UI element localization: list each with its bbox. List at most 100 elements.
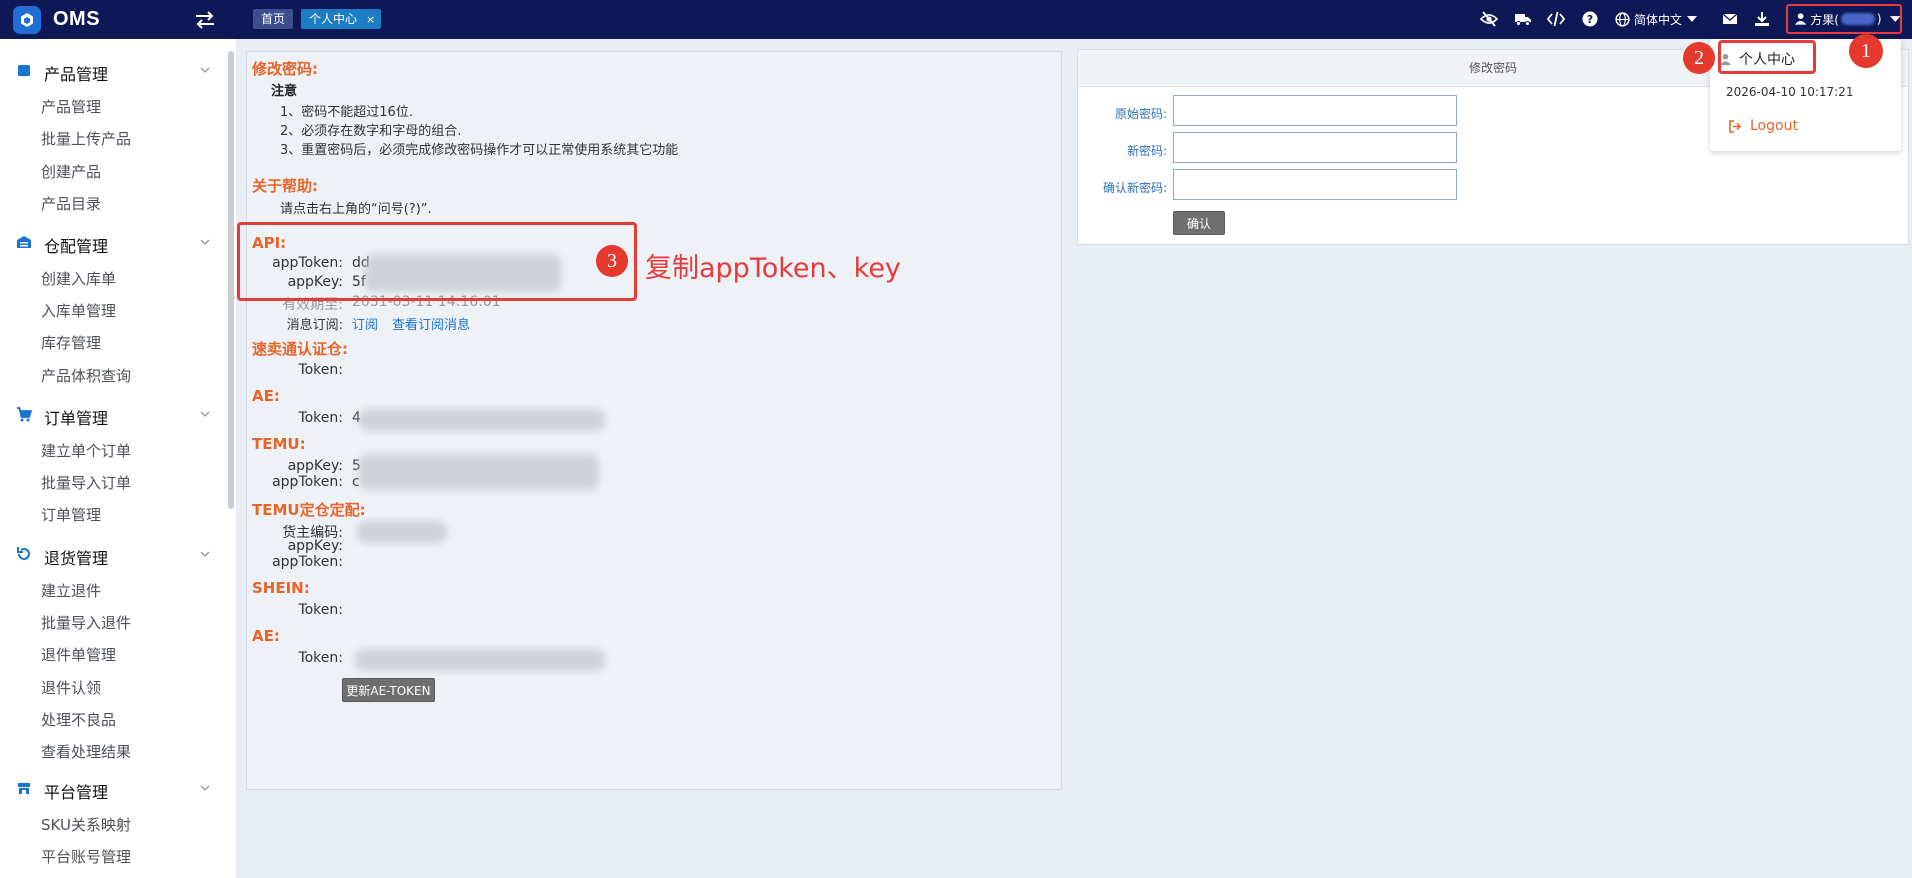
return-icon (17, 547, 30, 560)
step-1-badge: 1 (1849, 34, 1883, 68)
password-section-title: 修改密码: (252, 60, 318, 78)
old-password-label: 原始密码: (1114, 107, 1167, 121)
chevron-down-icon (200, 411, 210, 417)
box-icon (18, 65, 30, 76)
sidebar-item[interactable]: 创建入库单 (41, 268, 116, 289)
note-title: 注意 (271, 84, 298, 99)
old-password-input[interactable] (1173, 95, 1457, 126)
api-highlight-box (237, 222, 637, 301)
confirm-password-input[interactable] (1173, 169, 1457, 200)
ae-section-title: AE: (252, 387, 280, 405)
sidebar-item[interactable]: 查看处理结果 (41, 741, 131, 762)
sidebar-scrollbar[interactable] (228, 51, 234, 509)
ae-token-label: Token: (298, 410, 343, 426)
sidebar-item[interactable]: 处理不良品 (41, 709, 116, 730)
tab-personal-center-label: 个人中心 (309, 12, 358, 26)
sidebar-category-order[interactable]: 订单管理 (0, 399, 228, 429)
api-subscribe-label: 消息订阅: (286, 318, 343, 333)
sidebar-category-label: 平台管理 (44, 783, 109, 802)
sidebar-item[interactable]: 退件单管理 (41, 644, 116, 665)
sidebar-item[interactable]: 建立单个订单 (41, 440, 131, 461)
sidebar-category-return[interactable]: 退货管理 (0, 539, 228, 569)
subscribe-link[interactable]: 订阅 (352, 314, 378, 333)
sidebar-category-label: 仓配管理 (44, 237, 109, 256)
sidebar-category-platform[interactable]: 平台管理 (0, 773, 228, 803)
copy-instruction-text: 复制appToken、key (645, 253, 901, 284)
eye-off-icon[interactable] (1480, 10, 1498, 28)
confirm-password-label: 确认新密码: (1102, 181, 1167, 195)
language-select[interactable]: 简体中文 (1615, 9, 1698, 29)
language-label: 简体中文 (1634, 12, 1683, 27)
warehouse-icon (17, 236, 31, 248)
tab-home-label: 首页 (261, 12, 286, 26)
chevron-down-icon (200, 239, 210, 245)
user-menu-button[interactable]: 方果() (1786, 4, 1902, 34)
truck-icon[interactable] (1514, 10, 1532, 28)
tab-home[interactable]: 首页 (253, 9, 294, 29)
caret-down-icon (1687, 16, 1698, 22)
sidebar-category-warehouse[interactable]: 仓配管理 (0, 227, 228, 257)
login-timestamp: 2026-04-10 10:17:21 (1726, 85, 1854, 99)
brand-logo-icon (13, 5, 41, 34)
shein-token-label: Token: (298, 602, 343, 618)
cart-icon (17, 407, 32, 422)
temu-owner-code-redacted (357, 521, 447, 543)
top-bar: OMS 首页 个人中心 × ? 简体中文 方果() (0, 0, 1912, 39)
code-icon[interactable] (1547, 10, 1565, 28)
sidebar-item[interactable]: 建立退件 (41, 580, 101, 601)
account-info-panel: 修改密码: 注意 1、密码不能超过16位. 2、必须存在数字和字母的组合. 3、… (246, 51, 1062, 790)
download-icon[interactable] (1753, 10, 1771, 28)
sidebar-item[interactable]: 批量导入订单 (41, 472, 131, 493)
sidebar-item[interactable]: 批量导入退件 (41, 612, 131, 633)
sidebar-item[interactable]: 订单管理 (41, 504, 101, 525)
step-2-badge: 2 (1683, 42, 1715, 74)
sutong-token-label: Token: (298, 362, 343, 378)
temu-app-token-label: appToken: (272, 474, 343, 490)
new-password-input[interactable] (1173, 132, 1457, 163)
sidebar-category-label: 产品管理 (44, 65, 109, 84)
mail-icon[interactable] (1721, 10, 1739, 28)
sidebar-item[interactable]: 产品目录 (41, 193, 101, 214)
refresh-ae-token-button[interactable]: 更新AE-TOKEN (342, 678, 435, 702)
ae-section-title-2: AE: (252, 627, 280, 645)
user-icon (1794, 13, 1807, 25)
brand-name: OMS (53, 8, 101, 30)
globe-icon (1615, 11, 1630, 27)
sidebar-item[interactable]: 入库单管理 (41, 300, 116, 321)
tab-personal-center[interactable]: 个人中心 × (301, 9, 382, 29)
view-subscription-link[interactable]: 查看订阅消息 (392, 314, 470, 333)
temu-fixed-app-token-label: appToken: (272, 554, 343, 570)
confirm-button[interactable]: 确认 (1173, 211, 1225, 235)
user-name: 方果( (1810, 12, 1839, 27)
sidebar-item[interactable]: 批量上传产品 (41, 128, 131, 149)
sidebar-item[interactable]: 产品体积查询 (41, 365, 131, 386)
sidebar-item[interactable]: 产品管理 (41, 96, 101, 117)
sidebar-category-label: 退货管理 (44, 549, 109, 568)
temu-fixed-section-title: TEMU定仓定配: (252, 501, 366, 519)
note-line: 2、必须存在数字和字母的组合. (280, 124, 462, 139)
user-name-suffix: ) (1876, 12, 1882, 26)
logout-menu-item[interactable]: Logout (1728, 118, 1798, 134)
note-line: 3、重置密码后，必须完成修改密码操作才可以正常使用系统其它功能 (280, 143, 679, 158)
sidebar-item[interactable]: 平台账号管理 (41, 846, 131, 867)
chevron-down-icon (200, 785, 210, 791)
ae-token-redacted (359, 409, 605, 431)
sidebar-item[interactable]: 退件认领 (41, 677, 101, 698)
sidebar-category-product[interactable]: 产品管理 (0, 55, 228, 85)
store-icon (18, 783, 30, 794)
ae-token-redacted-2 (355, 649, 605, 671)
sidebar-item[interactable]: 创建产品 (41, 161, 101, 182)
ae-token-label-2: Token: (298, 650, 343, 666)
help-icon[interactable]: ? (1581, 10, 1599, 28)
swap-icon[interactable] (194, 11, 216, 29)
sidebar-item[interactable]: SKU关系映射 (41, 814, 131, 835)
help-section-title: 关于帮助: (252, 177, 318, 195)
svg-text:?: ? (1587, 13, 1593, 26)
caret-down-icon (1889, 16, 1900, 22)
shein-section-title: SHEIN: (252, 579, 310, 597)
help-text: 请点击右上角的“问号(?)”. (280, 202, 432, 217)
temu-section-title: TEMU: (252, 435, 306, 453)
sidebar-item[interactable]: 库存管理 (41, 332, 101, 353)
user-name-redacted (1840, 13, 1875, 25)
tab-close-icon[interactable]: × (366, 13, 375, 26)
